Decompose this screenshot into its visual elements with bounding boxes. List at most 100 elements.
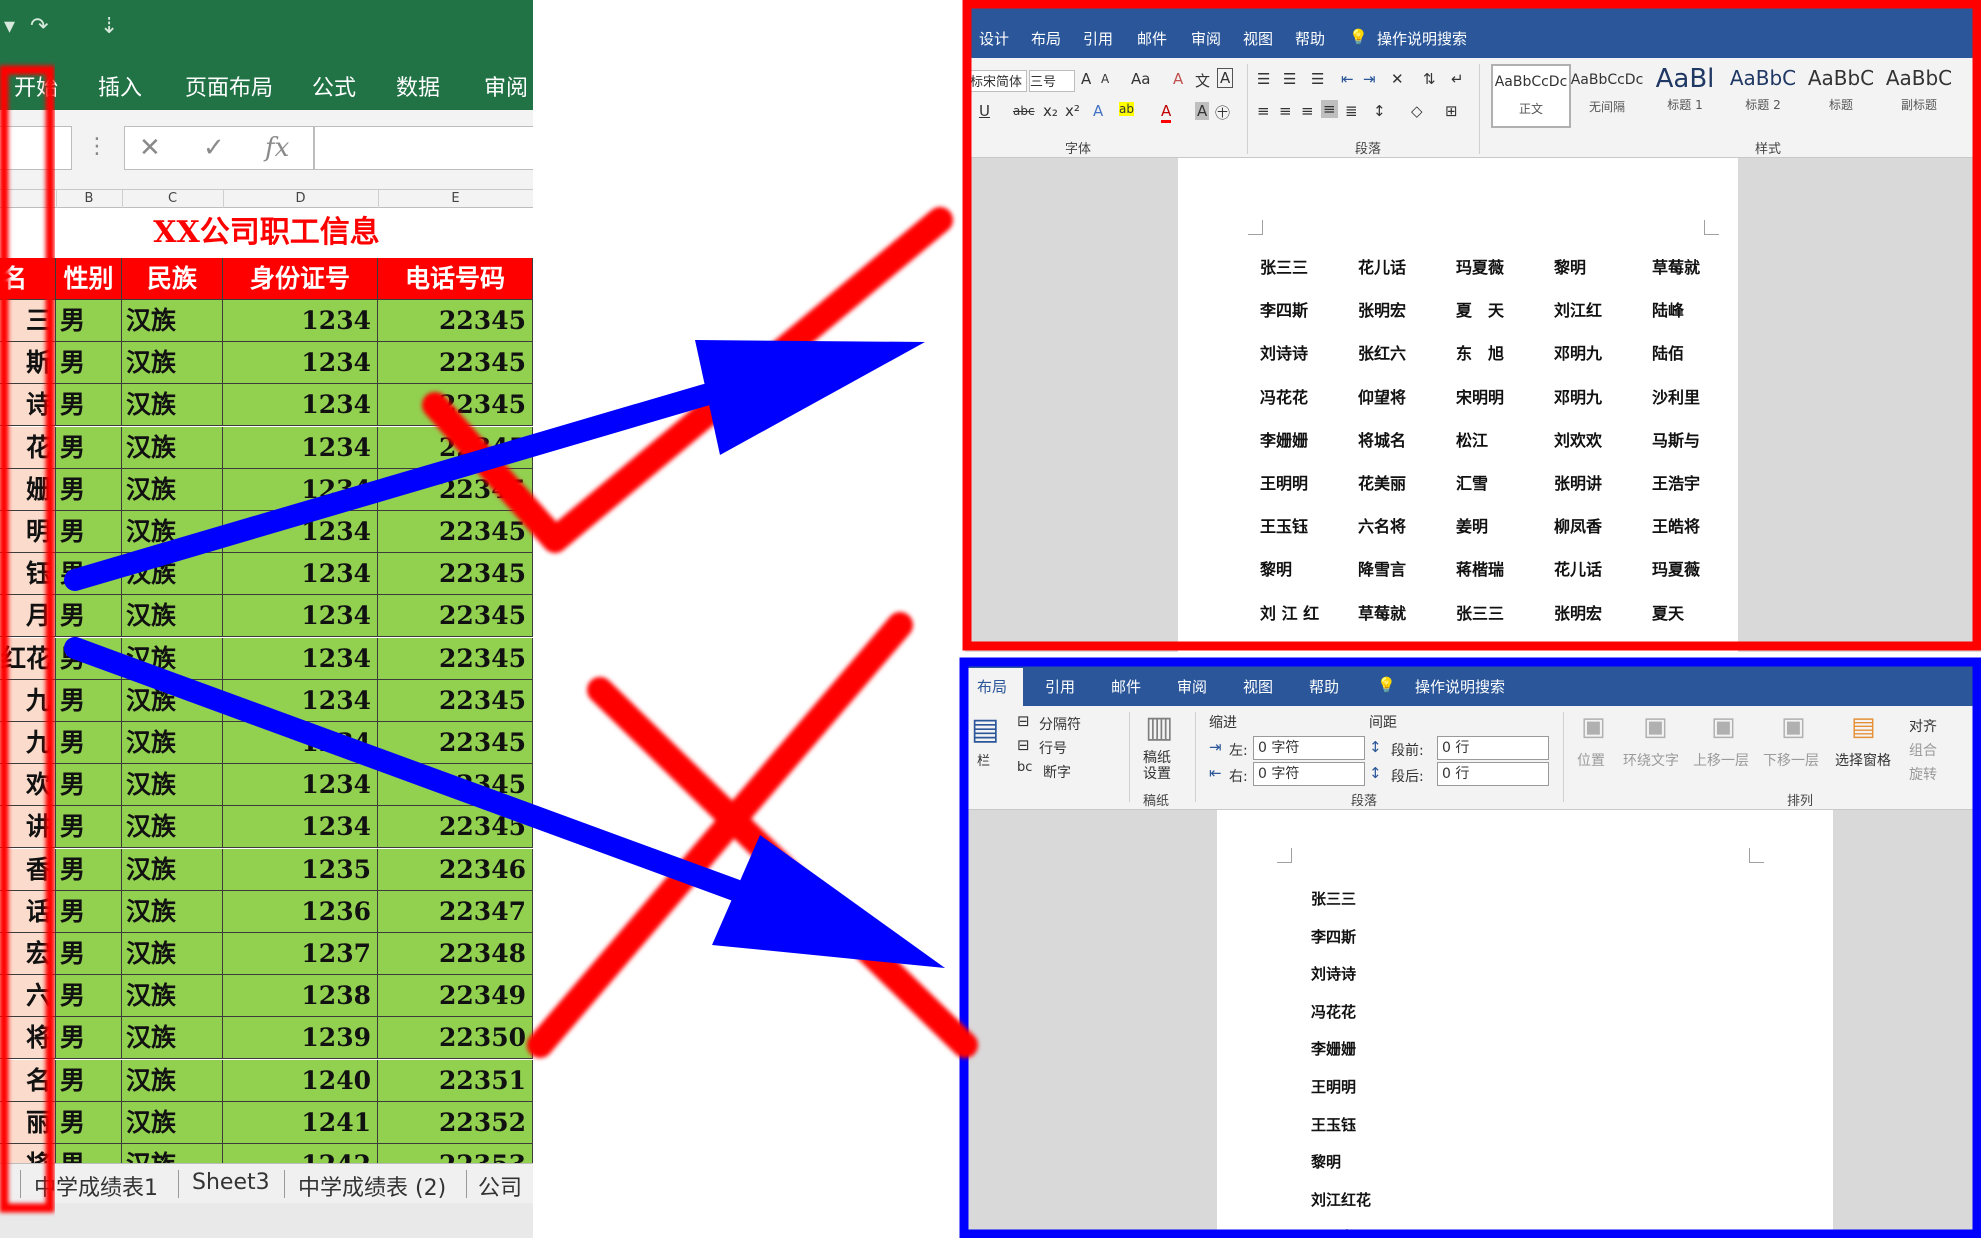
tab-home[interactable]: 开始 bbox=[14, 70, 58, 102]
char-border-icon[interactable]: A bbox=[1217, 68, 1234, 88]
sheet-tab-1[interactable]: 中学成绩表1 bbox=[34, 1170, 158, 1202]
draft-settings-button[interactable]: 稿纸设置 bbox=[1143, 750, 1183, 782]
phone-cell[interactable]: 22346 bbox=[378, 848, 533, 891]
name-cell[interactable]: 诗 bbox=[0, 384, 56, 427]
enclose-char-icon[interactable]: ㊉ bbox=[1215, 102, 1230, 123]
list-item-name[interactable]: 李姗姗 bbox=[1311, 1038, 1356, 1059]
tab-formulas[interactable]: 公式 bbox=[312, 70, 356, 102]
phone-cell[interactable]: 22351 bbox=[378, 1059, 533, 1102]
char-shading-icon[interactable]: A bbox=[1195, 102, 1210, 120]
increase-indent-icon[interactable]: ⇥ bbox=[1363, 70, 1376, 88]
underline-icon[interactable]: U bbox=[979, 102, 990, 120]
ethnicity-cell[interactable]: 汉族 bbox=[122, 722, 223, 764]
align-center-icon[interactable]: ≡ bbox=[1279, 102, 1292, 120]
phone-cell[interactable]: 22345 bbox=[378, 300, 533, 342]
tab-insert[interactable]: 插入 bbox=[98, 70, 142, 102]
gender-cell[interactable]: 男 bbox=[56, 511, 122, 553]
phonetic-guide-icon[interactable]: 文 bbox=[1195, 70, 1210, 91]
gender-cell[interactable]: 男 bbox=[56, 806, 122, 849]
name-cell[interactable]: 名 bbox=[0, 1059, 56, 1102]
name-cell[interactable]: 九 bbox=[0, 722, 56, 764]
decrease-indent-icon[interactable]: ⇤ bbox=[1341, 70, 1354, 88]
table-cell-name[interactable]: 汇雪 bbox=[1456, 470, 1488, 494]
header-cell-name[interactable]: 名 bbox=[0, 258, 56, 300]
gender-cell[interactable]: 男 bbox=[56, 1017, 122, 1060]
gender-cell[interactable]: 男 bbox=[56, 553, 122, 596]
tab-data[interactable]: 数据 bbox=[396, 70, 440, 102]
font-color-icon[interactable]: A bbox=[1161, 102, 1172, 123]
table-cell-name[interactable]: 李四斯 bbox=[1260, 297, 1308, 321]
enter-icon[interactable]: ✓ bbox=[203, 133, 225, 163]
subscript-icon[interactable]: x₂ bbox=[1043, 102, 1058, 120]
table-cell-name[interactable]: 黎明 bbox=[1554, 254, 1586, 278]
tab-review[interactable]: 审阅 bbox=[1191, 28, 1221, 49]
id-cell[interactable]: 1241 bbox=[223, 1101, 378, 1144]
redo-icon[interactable]: ↷ bbox=[30, 14, 48, 39]
gender-cell[interactable]: 男 bbox=[56, 890, 122, 933]
change-case-icon[interactable]: Aa bbox=[1131, 70, 1150, 88]
gender-cell[interactable]: 男 bbox=[56, 933, 122, 975]
id-cell[interactable]: 1242 bbox=[223, 1144, 378, 1163]
style-normal[interactable]: AaBbCcDc 正文 bbox=[1491, 64, 1571, 128]
wrap-text-icon[interactable]: ▣ bbox=[1643, 712, 1668, 742]
list-item-name[interactable]: 王明明 bbox=[1311, 1076, 1356, 1097]
name-cell[interactable]: 香 bbox=[0, 848, 56, 891]
name-cell[interactable]: 欢 bbox=[0, 764, 56, 807]
list-item-name[interactable]: 黎明 bbox=[1311, 1151, 1341, 1172]
selection-pane-button[interactable]: 选择窗格 bbox=[1835, 750, 1891, 770]
sheet-title[interactable]: XX公司职工信息 bbox=[0, 208, 533, 258]
phone-cell[interactable]: 22345 bbox=[378, 637, 533, 680]
phone-cell[interactable]: 22345 bbox=[378, 511, 533, 553]
tab-mailings[interactable]: 邮件 bbox=[1111, 676, 1141, 697]
tab-layout[interactable]: 布局 bbox=[1031, 28, 1061, 49]
sort-icon[interactable]: ⇅ bbox=[1423, 70, 1436, 88]
phone-cell[interactable]: 22350 bbox=[378, 1017, 533, 1060]
id-cell[interactable]: 1234 bbox=[223, 722, 378, 764]
tab-review[interactable]: 审阅 bbox=[1177, 676, 1207, 697]
name-cell[interactable]: 姗 bbox=[0, 468, 56, 511]
selection-pane-icon[interactable]: ▤ bbox=[1851, 712, 1876, 742]
table-cell-name[interactable]: 玛夏薇 bbox=[1652, 556, 1700, 580]
id-cell[interactable]: 1234 bbox=[223, 679, 378, 722]
phone-cell[interactable]: 22347 bbox=[378, 890, 533, 933]
ethnicity-cell[interactable]: 汉族 bbox=[122, 848, 223, 891]
table-cell-name[interactable]: 王玉钰 bbox=[1260, 513, 1308, 537]
ethnicity-cell[interactable]: 汉族 bbox=[122, 511, 223, 553]
table-cell-name[interactable]: 邓明九 bbox=[1554, 340, 1602, 364]
id-cell[interactable]: 1234 bbox=[223, 384, 378, 427]
phone-cell[interactable]: 22348 bbox=[378, 933, 533, 975]
name-cell[interactable]: 红花 bbox=[0, 637, 56, 680]
id-cell[interactable]: 1240 bbox=[223, 1059, 378, 1102]
column-header-a[interactable] bbox=[0, 190, 57, 208]
name-cell[interactable]: 六 bbox=[0, 975, 56, 1018]
gender-cell[interactable]: 男 bbox=[56, 300, 122, 342]
list-item-name[interactable]: 冯花花 bbox=[1311, 1001, 1356, 1022]
list-item-name[interactable]: 李四斯 bbox=[1311, 926, 1356, 947]
table-cell-name[interactable]: 夏 天 bbox=[1456, 297, 1504, 321]
position-icon[interactable]: ▣ bbox=[1581, 712, 1606, 742]
worksheet-grid[interactable]: XX公司职工信息 名 性别 民族 身份证号 电话号码 三男汉族 1234 22345… bbox=[0, 208, 533, 1163]
name-cell[interactable]: 讲 bbox=[0, 806, 56, 849]
document-page[interactable]: 张三三 花儿话 玛夏薇 黎明 草莓就 李四斯 张明宏夏 天刘江红 陆峰 刘诗诗 张红六东 旭邓明九… bbox=[1178, 158, 1738, 652]
tab-view[interactable]: 视图 bbox=[1243, 28, 1273, 49]
ethnicity-cell[interactable]: 汉族 bbox=[122, 806, 223, 849]
clear-format-icon[interactable]: A bbox=[1173, 70, 1183, 88]
gender-cell[interactable]: 男 bbox=[56, 595, 122, 638]
name-cell[interactable]: 斯 bbox=[0, 342, 56, 385]
table-cell-name[interactable]: 冯花花 bbox=[1260, 384, 1308, 408]
draft-paper-icon[interactable]: ▥ bbox=[1145, 710, 1173, 745]
name-cell[interactable]: 九 bbox=[0, 679, 56, 722]
shading-icon[interactable]: ◇ bbox=[1411, 102, 1423, 120]
ethnicity-cell[interactable]: 汉族 bbox=[122, 426, 223, 469]
sheet-tab-3[interactable]: 中学成绩表 (2) bbox=[298, 1170, 446, 1202]
table-cell-name[interactable]: 花儿话 bbox=[1554, 556, 1602, 580]
header-cell-phone[interactable]: 电话号码 bbox=[378, 258, 533, 300]
table-cell-name[interactable]: 蒋楷瑞 bbox=[1456, 556, 1504, 580]
header-cell-gender[interactable]: 性别 bbox=[56, 258, 122, 300]
id-cell[interactable]: 1234 bbox=[223, 637, 378, 680]
phone-cell[interactable]: 22345 bbox=[378, 384, 533, 427]
phone-cell[interactable]: 22353 bbox=[378, 1144, 533, 1163]
tab-page-layout[interactable]: 页面布局 bbox=[185, 70, 273, 102]
ethnicity-cell[interactable]: 汉族 bbox=[122, 468, 223, 511]
ethnicity-cell[interactable]: 汉族 bbox=[122, 764, 223, 807]
